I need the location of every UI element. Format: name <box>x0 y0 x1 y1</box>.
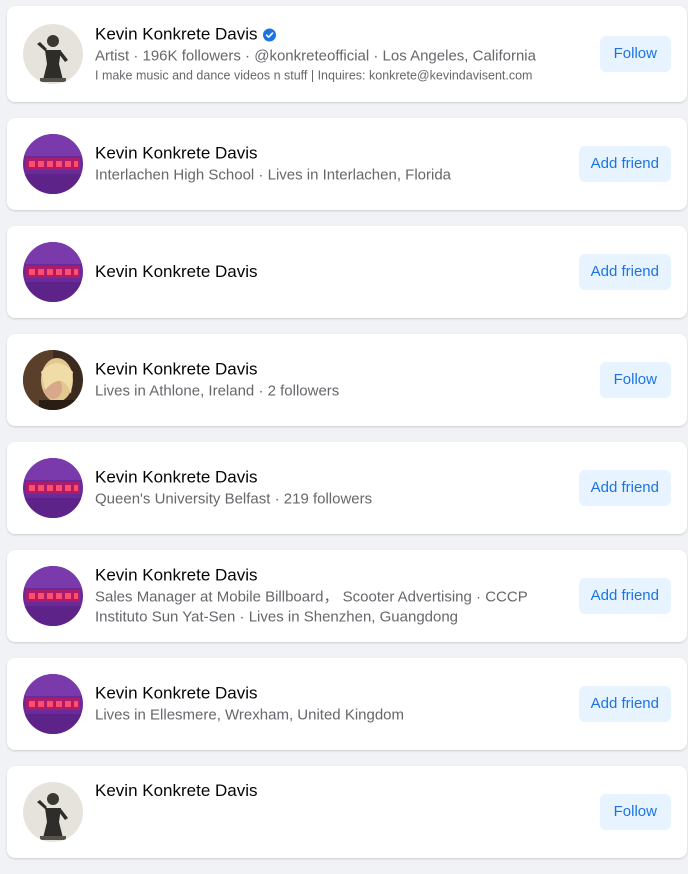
purple-logo-avatar-image <box>23 242 83 302</box>
statue-avatar-image <box>23 24 83 84</box>
result-name[interactable]: Kevin Konkrete Davis <box>95 565 258 587</box>
result-name[interactable]: Kevin Konkrete Davis <box>95 24 258 46</box>
result-meta: Queen's University Belfast · 219 followe… <box>95 490 373 508</box>
result-info: Kevin Konkrete Davis Artist · 196K follo… <box>95 24 557 85</box>
add-friend-button[interactable]: Add friend <box>578 254 671 290</box>
purple-logo-avatar-image <box>23 134 83 194</box>
add-friend-button[interactable]: Add friend <box>578 686 671 722</box>
statue-avatar-image <box>23 782 83 842</box>
avatar[interactable] <box>23 24 83 84</box>
result-name[interactable]: Kevin Konkrete Davis <box>95 683 258 705</box>
result-meta: Interlachen High School · Lives in Inter… <box>95 166 452 184</box>
avatar[interactable] <box>23 134 83 194</box>
purple-logo-avatar-image <box>23 458 83 518</box>
result-info: Kevin Konkrete Davis <box>95 261 557 283</box>
search-results-list: Kevin Konkrete Davis Artist · 196K follo… <box>7 6 687 874</box>
result-bio: I make music and dance videos n stuff | … <box>95 68 533 83</box>
result-name[interactable]: Kevin Konkrete Davis <box>95 261 258 283</box>
result-name[interactable]: Kevin Konkrete Davis <box>95 143 258 165</box>
result-info: Kevin Konkrete Davis Queen's University … <box>95 467 557 510</box>
result-name[interactable]: Kevin Konkrete Davis <box>95 467 258 489</box>
result-card[interactable]: Kevin Konkrete Davis Lives in Ellesmere,… <box>7 658 687 750</box>
result-info: Kevin Konkrete Davis Sales Manager at Mo… <box>95 565 557 628</box>
result-meta: Artist · 196K followers · @konkreteoffic… <box>95 47 536 65</box>
result-info: Kevin Konkrete Davis Lives in Athlone, I… <box>95 359 557 402</box>
follow-button[interactable]: Follow <box>599 362 671 398</box>
result-card[interactable]: Kevin Konkrete Davis Sales Manager at Mo… <box>7 550 687 642</box>
result-meta: Lives in Athlone, Ireland · 2 followers <box>95 382 340 400</box>
result-info: Kevin Konkrete Davis Interlachen High Sc… <box>95 143 557 186</box>
result-info: Kevin Konkrete Davis <box>95 780 557 802</box>
result-info: Kevin Konkrete Davis Lives in Ellesmere,… <box>95 683 557 726</box>
result-card[interactable]: Kevin Konkrete Davis Follow <box>7 766 687 858</box>
avatar[interactable] <box>23 242 83 302</box>
result-card[interactable]: Kevin Konkrete Davis Artist · 196K follo… <box>7 6 687 102</box>
add-friend-button[interactable]: Add friend <box>578 146 671 182</box>
result-meta: Lives in Ellesmere, Wrexham, United King… <box>95 706 405 724</box>
result-card[interactable]: Kevin Konkrete Davis Interlachen High Sc… <box>7 118 687 210</box>
avatar[interactable] <box>23 782 83 842</box>
result-name[interactable]: Kevin Konkrete Davis <box>95 780 258 802</box>
add-friend-button[interactable]: Add friend <box>578 578 671 614</box>
result-meta: Sales Manager at Mobile Billboard， Scoot… <box>95 588 528 626</box>
person-avatar-image <box>23 350 83 410</box>
avatar[interactable] <box>23 566 83 626</box>
avatar[interactable] <box>23 458 83 518</box>
verified-badge-icon <box>262 28 276 41</box>
follow-button[interactable]: Follow <box>599 36 671 72</box>
purple-logo-avatar-image <box>23 566 83 626</box>
purple-logo-avatar-image <box>23 674 83 734</box>
avatar[interactable] <box>23 350 83 410</box>
result-name[interactable]: Kevin Konkrete Davis <box>95 359 258 381</box>
result-card[interactable]: Kevin Konkrete Davis Add friend <box>7 226 687 318</box>
result-card[interactable]: Kevin Konkrete Davis Lives in Athlone, I… <box>7 334 687 426</box>
follow-button[interactable]: Follow <box>599 794 671 830</box>
result-card[interactable]: Kevin Konkrete Davis Queen's University … <box>7 442 687 534</box>
add-friend-button[interactable]: Add friend <box>578 470 671 506</box>
avatar[interactable] <box>23 674 83 734</box>
